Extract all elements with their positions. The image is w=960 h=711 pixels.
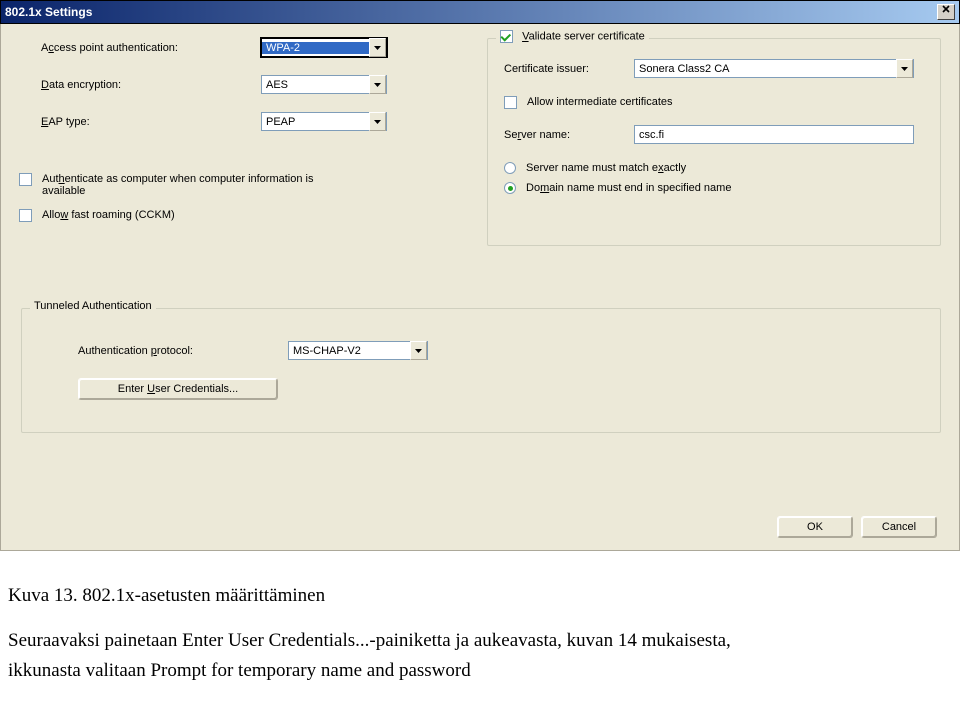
chevron-down-icon — [369, 75, 386, 94]
dialog-buttons: OK Cancel — [777, 516, 937, 538]
chevron-down-icon — [369, 38, 386, 57]
access-point-auth-dropdown[interactable]: WPA-2 — [261, 38, 387, 57]
caption-line-1: Seuraavaksi painetaan Enter User Credent… — [8, 626, 952, 655]
chevron-down-icon — [369, 112, 386, 131]
allow-intermediate-checkbox[interactable] — [504, 96, 517, 109]
caption-area: Kuva 13. 802.1x-asetusten määrittäminen … — [0, 551, 960, 685]
chevron-down-icon — [410, 341, 427, 360]
tunneled-auth-groupbox: Tunneled Authentication Authentication p… — [21, 308, 941, 433]
validate-cert-label: Validate server certificate — [522, 31, 645, 43]
titlebar: 802.1x Settings — [0, 0, 960, 24]
server-name-label: Server name: — [504, 129, 634, 141]
eap-type-value: PEAP — [262, 116, 369, 128]
eap-type-label: EAP type: — [41, 116, 261, 128]
close-button[interactable] — [937, 4, 955, 20]
certificate-groupbox: Validate server certificate Certificate … — [487, 38, 941, 246]
cert-issuer-dropdown[interactable]: Sonera Class2 CA — [634, 59, 914, 78]
chevron-down-icon — [896, 59, 913, 78]
data-encryption-dropdown[interactable]: AES — [261, 75, 387, 94]
auth-as-computer-checkbox[interactable] — [19, 173, 32, 186]
tunneled-auth-legend: Tunneled Authentication — [30, 300, 156, 312]
cert-issuer-value: Sonera Class2 CA — [635, 63, 896, 75]
auth-protocol-dropdown[interactable]: MS-CHAP-V2 — [288, 341, 428, 360]
match-exactly-label: Server name must match exactly — [526, 162, 686, 174]
dialog-body: Access point authentication: WPA-2 Data … — [0, 24, 960, 551]
cert-issuer-label: Certificate issuer: — [504, 63, 634, 75]
close-icon — [942, 5, 950, 13]
eap-type-dropdown[interactable]: PEAP — [261, 112, 387, 131]
caption-line-2: ikkunasta valitaan Prompt for temporary … — [8, 656, 952, 685]
allow-fast-roaming-checkbox[interactable] — [19, 209, 32, 222]
validate-cert-legend: Validate server certificate — [496, 30, 649, 43]
auth-as-computer-label: Authenticate as computer when computer i… — [42, 173, 313, 197]
end-specified-label: Domain name must end in specified name — [526, 182, 731, 194]
left-column: Access point authentication: WPA-2 Data … — [41, 38, 471, 234]
allow-intermediate-label: Allow intermediate certificates — [527, 96, 673, 108]
cancel-button[interactable]: Cancel — [861, 516, 937, 538]
enter-user-credentials-button[interactable]: Enter User Credentials... — [78, 378, 278, 400]
auth-protocol-label: Authentication protocol: — [78, 345, 288, 357]
caption-title: Kuva 13. 802.1x-asetusten määrittäminen — [8, 581, 952, 610]
auth-protocol-value: MS-CHAP-V2 — [289, 345, 410, 357]
ok-button[interactable]: OK — [777, 516, 853, 538]
access-point-auth-label: Access point authentication: — [41, 42, 261, 54]
window-title: 802.1x Settings — [5, 1, 92, 23]
end-specified-radio[interactable] — [504, 182, 516, 194]
allow-fast-roaming-label: Allow fast roaming (CCKM) — [42, 209, 175, 221]
data-encryption-value: AES — [262, 79, 369, 91]
match-exactly-radio[interactable] — [504, 162, 516, 174]
access-point-auth-value: WPA-2 — [262, 42, 369, 54]
server-name-input[interactable] — [634, 125, 914, 144]
validate-cert-checkbox[interactable] — [500, 30, 513, 43]
data-encryption-label: Data encryption: — [41, 79, 261, 91]
